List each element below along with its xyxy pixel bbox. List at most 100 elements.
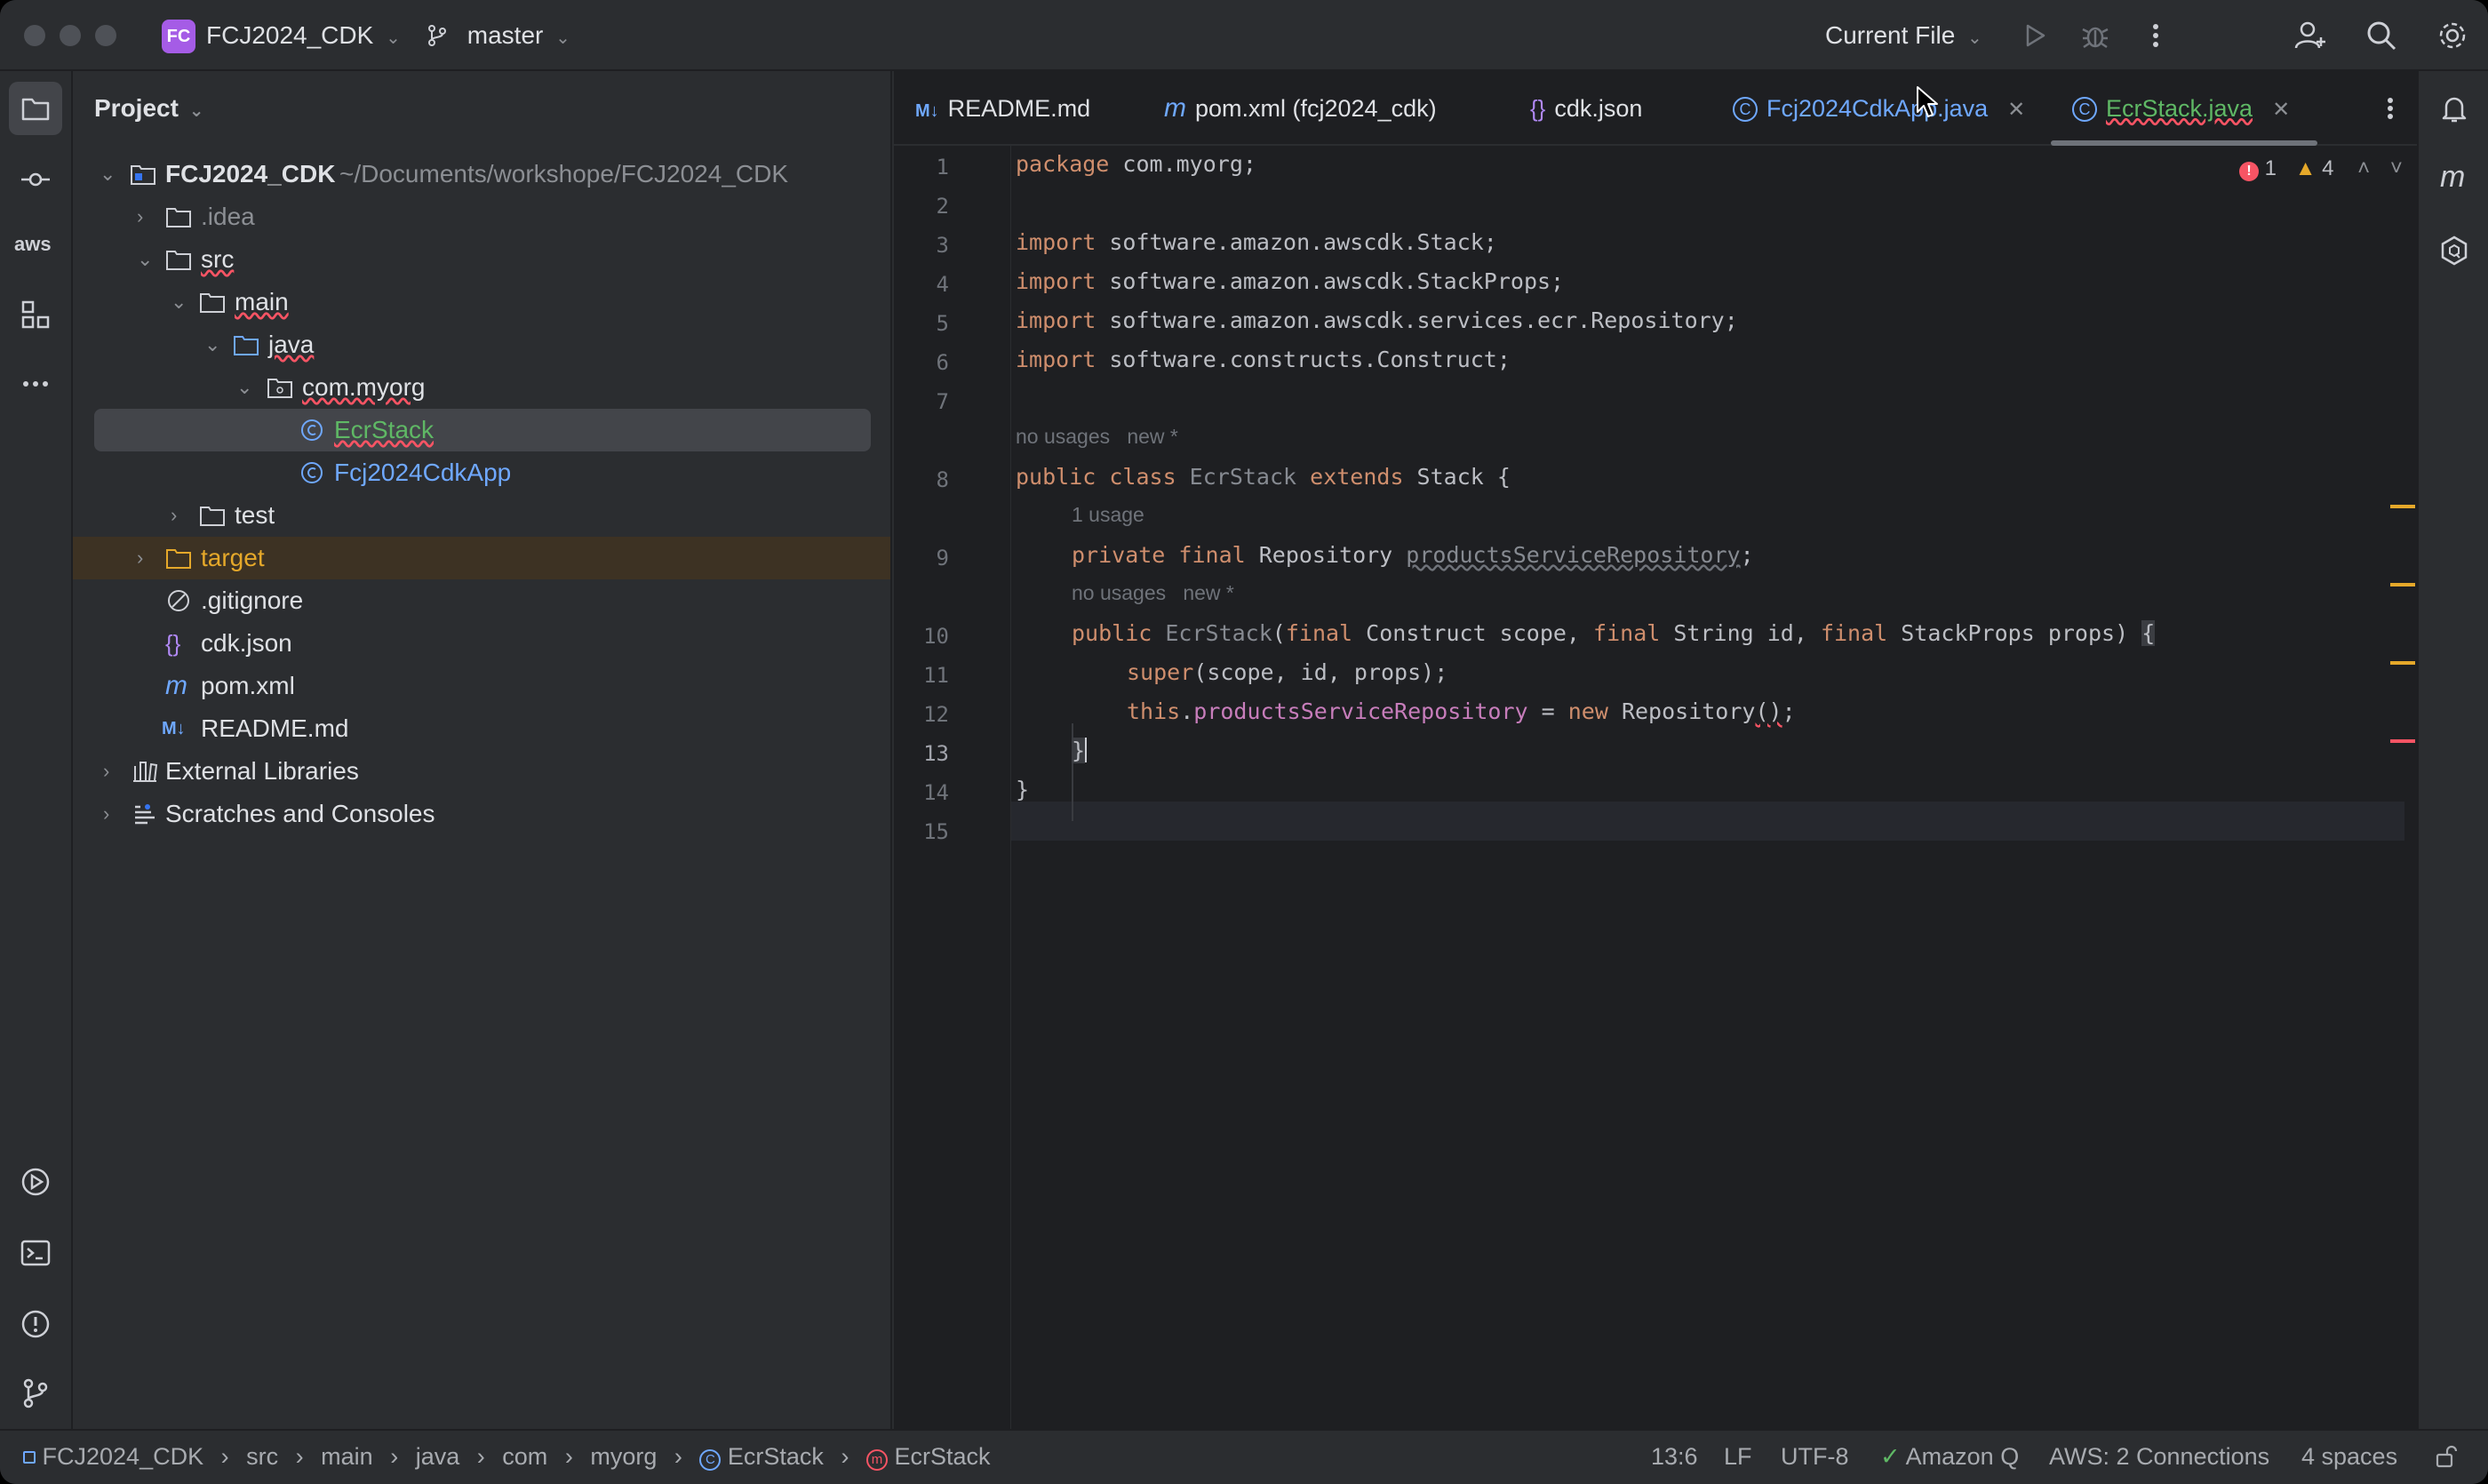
aws-toolkit-button[interactable]: aws [9,220,62,274]
breadcrumb-item[interactable]: main [321,1443,373,1470]
chevron-down-icon[interactable]: ⌄ [137,238,158,281]
debug-icon[interactable] [2077,18,2113,53]
tree-item-main[interactable]: ⌄ main [73,281,890,323]
next-highlight-icon[interactable]: ˅ [2390,156,2403,180]
amazon-q-status[interactable]: ✓ Amazon Q [1880,1443,2019,1471]
breadcrumb-item[interactable]: EcrStack [728,1443,824,1470]
terminal-tool-button[interactable] [9,1226,62,1280]
code-line-10[interactable]: public EcrStack(final Construct scope, f… [1072,620,2156,646]
code-vision-hint[interactable]: 1 usage [1072,503,1144,527]
breadcrumb-item[interactable]: myorg [590,1443,657,1470]
tab-pom-xml[interactable]: m pom.xml (fcj2024_cdk) [1164,71,1437,146]
tab-fcj2024cdkapp[interactable]: C Fcj2024CdkApp.java ✕ [1733,71,2025,146]
chevron-right-icon[interactable]: › [137,537,158,579]
tree-item-test[interactable]: › test [73,494,890,537]
caret-position[interactable]: 13:6 [1651,1443,1698,1471]
tab-ecrstack[interactable]: C EcrStack.java ✕ [2072,71,2290,146]
tab-readme[interactable]: M↓ README.md [915,71,1090,146]
mouse-cursor-icon [1917,86,1938,117]
tree-item-project-root[interactable]: ⌄ FCJ2024_CDK ~/Documents/workshope/FCJ2… [73,153,890,195]
breadcrumb-item[interactable]: EcrStack [894,1443,990,1470]
chevron-right-icon[interactable]: › [103,750,124,793]
tab-cdk-json[interactable]: {} cdk.json [1530,71,1642,146]
project-view-selector[interactable]: Project ⌄ [94,94,203,123]
tree-item-gitignore[interactable]: .gitignore [73,579,890,622]
chevron-right-icon[interactable]: › [137,195,158,238]
tab-list-menu-icon[interactable] [2372,91,2408,126]
maven-tool-button[interactable]: m [2428,153,2481,206]
chevron-right-icon[interactable]: › [171,494,192,537]
close-icon[interactable]: ✕ [2007,73,2025,148]
code-line-13[interactable]: } [1072,738,1088,763]
breadcrumb-item[interactable]: java [416,1443,460,1470]
chevron-down-icon[interactable]: ⌄ [171,281,192,323]
tree-item-readme[interactable]: M↓ README.md [73,707,890,750]
tree-item-ecrstack[interactable]: EcrStack [94,409,871,451]
warning-stripe-marker[interactable] [2390,661,2415,665]
warning-stripe-marker[interactable] [2390,505,2415,508]
tree-item-com-myorg[interactable]: ⌄ com.myorg [73,366,890,409]
close-icon[interactable]: ✕ [2272,73,2290,148]
problems-tool-button[interactable] [9,1297,62,1351]
warning-stripe-marker[interactable] [2390,583,2415,586]
code-line-5[interactable]: import software.amazon.awscdk.services.e… [1016,307,1738,333]
tree-item-fcj2024cdkapp[interactable]: Fcj2024CdkApp [73,451,890,494]
code-line-4[interactable]: import software.amazon.awscdk.StackProps… [1016,268,1564,294]
chevron-down-icon[interactable]: ⌄ [236,366,258,409]
tree-item-target[interactable]: › target [73,537,890,579]
tree-item-idea[interactable]: › .idea [73,195,890,238]
git-tool-button[interactable] [9,1367,62,1420]
chevron-down-icon[interactable]: ⌄ [100,153,121,195]
tree-item-src[interactable]: ⌄ src [73,238,890,281]
aws-connections[interactable]: AWS: 2 Connections [2049,1443,2269,1471]
breadcrumb-item[interactable]: FCJ2024_CDK [43,1443,204,1470]
breadcrumb-item[interactable]: src [246,1443,278,1470]
code-line-8[interactable]: public class EcrStack extends Stack { [1016,464,1511,490]
add-user-icon[interactable] [2293,18,2328,53]
code-vision-hint[interactable]: no usages new * [1072,581,1234,605]
code-line-3[interactable]: import software.amazon.awscdk.Stack; [1016,229,1497,255]
code-line-14[interactable]: } [1016,777,1029,802]
tree-item-pom-xml[interactable]: m pom.xml [73,665,890,707]
more-tool-windows-button[interactable] [9,357,62,411]
tree-item-label: pom.xml [201,672,295,699]
more-actions-icon[interactable] [2138,18,2173,53]
tree-item-external-libraries[interactable]: › External Libraries [73,750,890,793]
breadcrumb-item[interactable]: com [502,1443,547,1470]
notifications-tool-button[interactable] [2428,82,2481,135]
code-line-1[interactable]: package com.myorg; [1016,151,1256,177]
commit-tool-button[interactable] [9,153,62,206]
search-icon[interactable] [2364,18,2399,53]
amazon-q-tool-button[interactable] [2428,224,2481,277]
services-tool-button[interactable] [9,1155,62,1209]
maximize-window-button[interactable] [95,25,116,46]
run-configuration-selector[interactable]: Current File ⌄ [1825,21,1982,50]
file-encoding[interactable]: UTF-8 [1781,1443,1849,1471]
tree-item-label: com.myorg [302,373,426,401]
error-stripe-marker[interactable] [2390,739,2415,743]
branch-switcher[interactable]: master ⌄ [425,21,570,50]
settings-gear-icon[interactable] [2435,18,2470,53]
tree-item-java[interactable]: ⌄ java [73,323,890,366]
line-separator[interactable]: LF [1724,1443,1752,1471]
structure-tool-button[interactable] [9,288,62,341]
lock-icon[interactable] [2433,1443,2460,1476]
code-line-12[interactable]: this.productsServiceRepository = new Rep… [1127,698,1796,724]
code-vision-hint[interactable]: no usages new * [1016,425,1178,449]
project-badge[interactable]: FC [162,20,195,53]
chevron-down-icon[interactable]: ⌄ [204,323,226,366]
inspection-widget[interactable]: ! 1 ▲ 4 ˄ ˅ [2239,156,2403,181]
indent-setting[interactable]: 4 spaces [2301,1443,2397,1471]
previous-highlight-icon[interactable]: ˄ [2357,156,2370,180]
tree-item-scratches[interactable]: › Scratches and Consoles [73,793,890,835]
run-icon[interactable] [2017,18,2053,53]
chevron-right-icon[interactable]: › [103,793,124,835]
close-window-button[interactable] [24,25,45,46]
project-tool-button[interactable] [9,82,62,135]
project-switcher[interactable]: FCJ2024_CDK ⌄ [206,21,401,50]
code-line-9[interactable]: private final Repository productsService… [1072,542,1754,568]
minimize-window-button[interactable] [60,25,81,46]
code-line-6[interactable]: import software.constructs.Construct; [1016,347,1511,372]
code-line-11[interactable]: super(scope, id, props); [1127,659,1447,685]
tree-item-cdk-json[interactable]: {} cdk.json [73,622,890,665]
